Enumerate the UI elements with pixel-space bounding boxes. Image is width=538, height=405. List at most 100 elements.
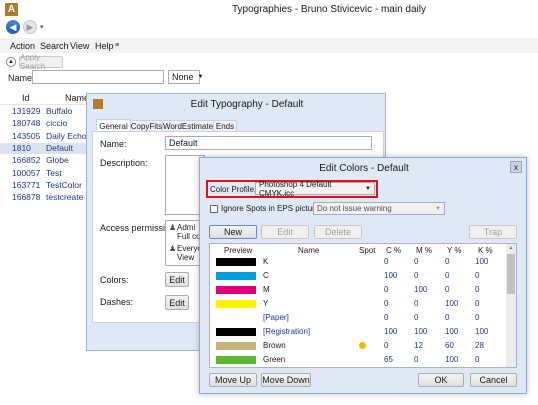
color-name[interactable]: Y [263,299,268,308]
column-header-spot[interactable]: Spot [359,246,375,255]
color-name[interactable]: K [263,257,268,266]
move-up-button[interactable]: Move Up [209,373,257,387]
access-entry-everyone-right: View [177,253,195,262]
search-filter-value: None [172,72,194,82]
color-y-value: 0 [445,271,450,280]
color-y-value: 0 [445,313,450,322]
menu-overflow-icon[interactable]: ≡ [115,42,119,49]
color-swatch[interactable] [216,300,256,308]
color-swatch[interactable] [216,286,256,294]
grid-row-name[interactable]: Default [46,143,73,153]
menu-search[interactable]: Search [40,41,69,51]
color-swatch[interactable] [216,356,256,364]
typo-name-field[interactable]: Default [165,136,372,150]
menu-bar: Action Search View Help ≡ [0,38,538,53]
grid-row-name[interactable]: Globe [46,155,69,165]
grid-row-id[interactable]: 143505 [12,131,40,141]
warning-value: Do not issue warning [317,204,392,213]
column-header-id[interactable]: Id [22,93,30,103]
grid-row-name[interactable]: TestColor [46,180,82,190]
grid-row-name[interactable]: Buffalo [46,106,72,116]
color-m-value: 0 [414,313,419,322]
color-name[interactable]: [Paper] [263,313,289,322]
ignore-spots-checkbox[interactable] [210,205,218,213]
cancel-button[interactable]: Cancel [470,373,517,387]
menu-help[interactable]: Help [95,41,114,51]
typo-colors-label: Colors: [100,275,129,285]
access-entry-admin-right: Full co [177,232,201,241]
edit-colors-title: Edit Colors - Default [319,163,409,174]
edit-dashes-button[interactable]: Edit [165,295,189,310]
trap-button[interactable]: Trap [469,225,517,239]
edit-colors-button[interactable]: Edit [165,272,189,287]
grid-row-id[interactable]: 1810 [12,143,31,153]
column-header-c[interactable]: C % [386,246,401,255]
search-name-label: Name: [8,73,35,83]
new-color-button[interactable]: New [209,225,257,239]
typo-name-label: Name: [100,139,127,149]
color-swatch[interactable] [216,328,256,336]
colors-table-scrollbar[interactable]: ▲ [506,244,516,367]
chevron-down-icon: ▼ [435,205,441,212]
scroll-thumb[interactable] [507,254,515,294]
move-down-button[interactable]: Move Down [261,373,311,387]
color-name[interactable]: C [263,271,269,280]
grid-row-name[interactable]: ciccio [46,118,67,128]
color-y-value: 100 [445,327,459,336]
color-name[interactable]: Brown [263,341,286,350]
color-name[interactable]: [Registration] [263,327,310,336]
menu-view[interactable]: View [70,41,89,51]
color-swatch[interactable] [216,272,256,280]
typo-dashes-label: Dashes: [100,297,134,307]
search-filter-select[interactable]: None ▼ [168,70,203,84]
grid-row-name[interactable]: Daily Echo [46,131,87,141]
grid-row-name[interactable]: Test [46,168,62,178]
color-k-value: 0 [475,313,480,322]
grid-row-id[interactable]: 166878 [12,192,40,202]
color-y-value: 100 [445,355,459,364]
warning-select[interactable]: Do not issue warning ▼ [313,202,445,215]
color-name[interactable]: M [263,285,270,294]
color-y-value: 0 [445,285,450,294]
grid-row-id[interactable]: 166852 [12,155,40,165]
column-header-name[interactable]: Name [298,246,319,255]
column-header-preview[interactable]: Preview [224,246,252,255]
column-header-m[interactable]: M % [416,246,432,255]
chevron-down-icon: ▼ [197,74,204,80]
color-k-value: 100 [475,257,489,266]
color-m-value: 0 [414,299,419,308]
color-swatch[interactable] [216,342,256,350]
group-icon: ♟ [169,244,177,253]
color-k-value: 0 [475,355,480,364]
apply-search-button[interactable]: Apply Search [19,53,63,71]
grid-row-id[interactable]: 180748 [12,118,40,128]
forward-button[interactable]: ▶ [23,20,37,34]
back-button[interactable]: ◀ [6,20,20,34]
ok-button[interactable]: OK [418,373,464,387]
grid-row-id[interactable]: 163771 [12,180,40,190]
delete-color-button[interactable]: Delete [314,225,362,239]
color-profile-select[interactable]: Photoshop 4 Default CMYK.icc ▼ [255,180,375,198]
grid-row-id[interactable]: 100057 [12,168,40,178]
collapse-search-icon[interactable]: ▲ [6,57,16,67]
color-m-value: 12 [414,341,423,350]
close-icon[interactable]: x [510,161,522,173]
ignore-spots-label: Ignore Spots in EPS pictures [221,204,324,213]
color-c-value: 0 [384,285,389,294]
color-k-value: 0 [475,271,480,280]
grid-row-name[interactable]: testcreate [46,192,83,202]
menu-action[interactable]: Action [10,41,35,51]
history-dropdown-icon[interactable]: ▾ [40,23,44,31]
column-header-y[interactable]: Y % [447,246,462,255]
column-header-k[interactable]: K % [478,246,493,255]
access-entry-admin: Admi [177,223,196,232]
color-c-value: 100 [384,271,398,280]
color-name[interactable]: Green [263,355,285,364]
edit-color-button[interactable]: Edit [261,225,309,239]
search-name-input[interactable] [32,70,164,84]
scroll-up-icon[interactable]: ▲ [506,244,516,252]
grid-row-id[interactable]: 131929 [12,106,40,116]
color-swatch[interactable] [216,258,256,266]
color-k-value: 0 [475,285,480,294]
color-m-value: 0 [414,355,419,364]
